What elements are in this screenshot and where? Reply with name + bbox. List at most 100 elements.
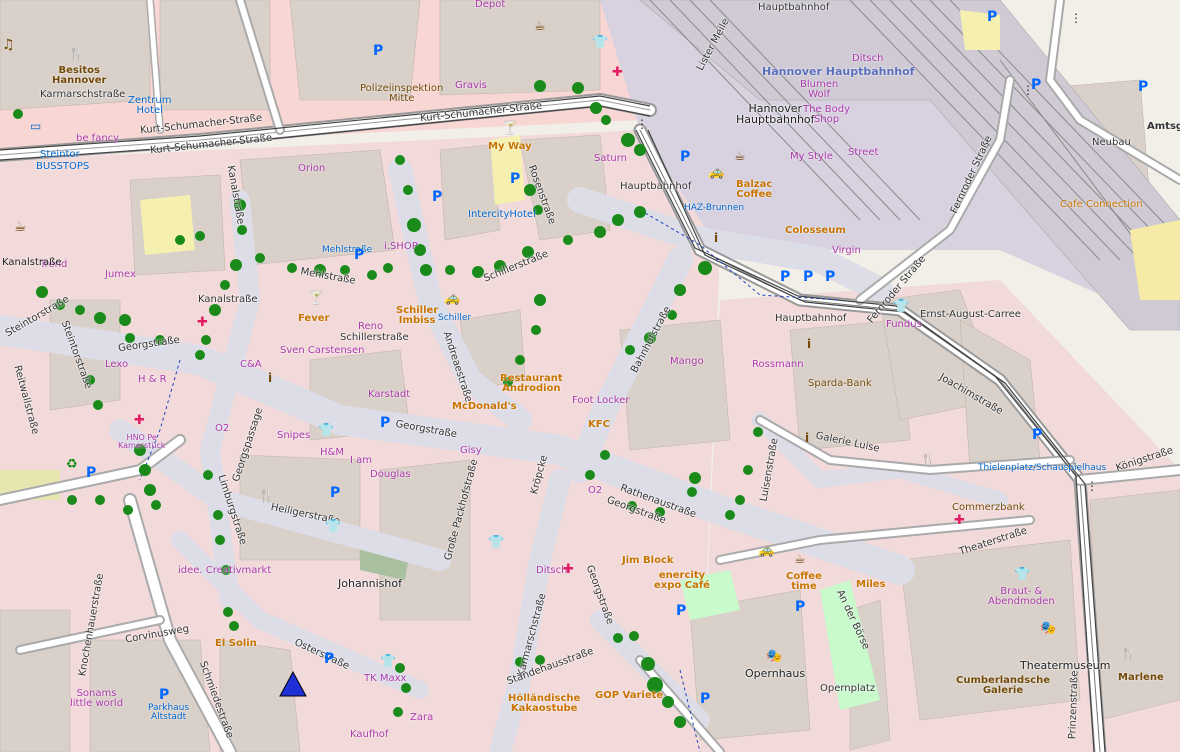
cafe-icon[interactable]: ☕ xyxy=(14,220,27,234)
cafe-icon[interactable]: ☕ xyxy=(734,150,746,163)
parking-icon[interactable]: P xyxy=(676,604,686,618)
poi-label[interactable]: Hölländische Kakaostube xyxy=(508,694,580,714)
parking-icon[interactable]: P xyxy=(330,486,340,500)
map-canvas[interactable]: Kurt-Schumacher-Straße Kurt-Schumacher-S… xyxy=(0,0,1180,752)
parking-icon[interactable]: P xyxy=(510,172,520,186)
poi-label[interactable]: Polizeiinspektion Mitte xyxy=(360,84,443,104)
poi-label[interactable]: enercity expo Café xyxy=(654,571,710,591)
station-name[interactable]: Hannover Hauptbahnhof xyxy=(762,66,914,77)
shop-icon[interactable]: 👕 xyxy=(1014,568,1030,581)
poi-label[interactable]: Orion xyxy=(298,164,325,174)
shop-icon[interactable]: 👕 xyxy=(325,520,341,533)
taxi-icon[interactable]: 🚕 xyxy=(444,292,460,305)
info-icon[interactable]: i xyxy=(714,232,718,244)
poi-label[interactable]: Karstadt xyxy=(368,390,410,400)
parking-icon[interactable]: P xyxy=(700,692,710,706)
poi-label[interactable]: idee. Creativmarkt xyxy=(178,566,271,576)
restaurant-icon[interactable]: 🍴 xyxy=(1120,648,1136,661)
poi-label[interactable]: My Way xyxy=(488,142,532,152)
poi-label[interactable]: Balzac Coffee xyxy=(736,180,772,200)
cafe-icon[interactable]: ☕ xyxy=(534,20,546,33)
restaurant-icon[interactable]: 🍴 xyxy=(920,454,936,467)
parking-icon[interactable]: P xyxy=(86,466,96,480)
shop-icon[interactable]: 👕 xyxy=(592,36,608,49)
poi-label[interactable]: KFC xyxy=(588,420,610,430)
poi-label[interactable]: Cafe Connection xyxy=(1060,200,1143,210)
parking-icon[interactable]: P xyxy=(987,10,997,24)
poi-label[interactable]: Kaufhof xyxy=(350,730,388,740)
poi-label[interactable]: The Body Shop xyxy=(803,105,850,125)
poi-label[interactable]: Sven Carstensen xyxy=(280,346,364,356)
parking-icon[interactable]: P xyxy=(373,44,383,58)
poi-label[interactable]: Fever xyxy=(298,314,329,324)
poi-label[interactable]: O2 xyxy=(588,486,602,496)
bar-icon[interactable]: 🍸 xyxy=(502,122,518,135)
shop-icon[interactable]: 👕 xyxy=(488,536,504,549)
parking-icon[interactable]: P xyxy=(795,600,805,614)
poi-label[interactable]: C&A xyxy=(240,360,262,370)
poi-label[interactable]: Virgin xyxy=(832,246,861,256)
poi-label[interactable]: Depot xyxy=(475,0,505,10)
poi-label[interactable]: be fancy xyxy=(76,134,119,144)
shop-icon[interactable]: 👕 xyxy=(380,655,396,668)
pharmacy-icon[interactable]: ✚ xyxy=(197,316,208,329)
poi-label[interactable]: Commerzbank xyxy=(952,503,1025,513)
pharmacy-icon[interactable]: ✚ xyxy=(134,414,145,427)
pharmacy-icon[interactable]: ✚ xyxy=(612,66,623,79)
poi-label[interactable]: Jim Block xyxy=(622,556,674,566)
poi-label[interactable]: Fundus xyxy=(886,320,922,330)
parking-icon[interactable]: P xyxy=(1032,428,1042,442)
poi-label[interactable]: Douglas xyxy=(370,470,411,480)
restaurant-icon[interactable]: 🍴 xyxy=(258,490,274,503)
poi-label[interactable]: Schiller Imbiss xyxy=(396,306,438,326)
parking-icon[interactable]: P xyxy=(803,270,813,284)
poi-label[interactable]: Jumex xyxy=(105,270,136,280)
poi-label[interactable]: Thielenplatz/Schauspielhaus xyxy=(978,464,1106,473)
poi-label[interactable]: Blumen Wolf xyxy=(800,80,838,100)
parking-icon[interactable]: P xyxy=(324,652,334,666)
parking-icon[interactable]: P xyxy=(159,688,169,702)
shop-icon[interactable]: 👕 xyxy=(893,300,909,313)
poi-label[interactable]: Lexo xyxy=(105,360,128,370)
poi-label[interactable]: Gravis xyxy=(455,81,487,91)
poi-label[interactable]: H & R xyxy=(138,375,167,385)
poi-label[interactable]: i.SHOP xyxy=(384,242,418,252)
theatre-icon[interactable]: 🎭 xyxy=(766,650,782,663)
bar-icon[interactable]: 🍸 xyxy=(308,292,324,305)
poi-label[interactable]: HAZ-Brunnen xyxy=(684,204,744,213)
poi-label[interactable]: Marlene xyxy=(1118,673,1164,683)
poi-label[interactable]: Zentrum Hotel xyxy=(128,96,171,116)
parking-icon[interactable]: P xyxy=(680,150,690,164)
poi-label[interactable]: Zara xyxy=(410,713,433,723)
poi-label[interactable]: My Style xyxy=(790,152,833,162)
poi-label[interactable]: TK Maxx xyxy=(364,674,406,684)
poi-label[interactable]: Mango xyxy=(670,357,704,367)
parking-icon[interactable]: P xyxy=(380,416,390,430)
poi-label[interactable]: Restaurant Androdion xyxy=(500,374,563,394)
parking-icon[interactable]: P xyxy=(1138,80,1148,94)
poi-label[interactable]: Sonams little world xyxy=(70,689,123,709)
poi-label[interactable]: HNO Pe Kamerstück xyxy=(118,434,165,450)
info-icon[interactable]: i xyxy=(268,372,272,384)
poi-label[interactable]: Cumberlandsche Galerie xyxy=(956,676,1050,696)
poi-label[interactable]: H&M xyxy=(320,448,344,458)
shop-icon[interactable]: 👕 xyxy=(318,424,334,437)
poi-label[interactable]: Snipes xyxy=(277,431,310,441)
info-icon[interactable]: i xyxy=(807,338,811,350)
poi-label[interactable]: O2 xyxy=(215,424,229,434)
taxi-icon[interactable]: 🚕 xyxy=(708,166,724,179)
poi-label[interactable]: Coffee time xyxy=(786,572,822,592)
poi-label[interactable]: I am xyxy=(350,456,372,466)
parking-icon[interactable]: P xyxy=(780,270,790,284)
parking-icon[interactable]: P xyxy=(825,270,835,284)
poi-label[interactable]: Foot Locker xyxy=(572,396,629,406)
poi-label[interactable]: Saturn xyxy=(594,154,627,164)
poi-label[interactable]: Ditsch xyxy=(852,54,883,64)
poi-label[interactable]: Miles xyxy=(856,580,886,590)
poi-label[interactable]: Mehlstraße xyxy=(322,246,372,255)
poi-label[interactable]: Sparda-Bank xyxy=(808,379,872,389)
theatre-icon[interactable]: 🎭 xyxy=(1040,622,1056,635)
poi-label[interactable]: Reno xyxy=(358,322,383,332)
poi-label[interactable]: Colosseum xyxy=(785,226,846,236)
restaurant-icon[interactable]: 🍴 xyxy=(68,48,84,61)
